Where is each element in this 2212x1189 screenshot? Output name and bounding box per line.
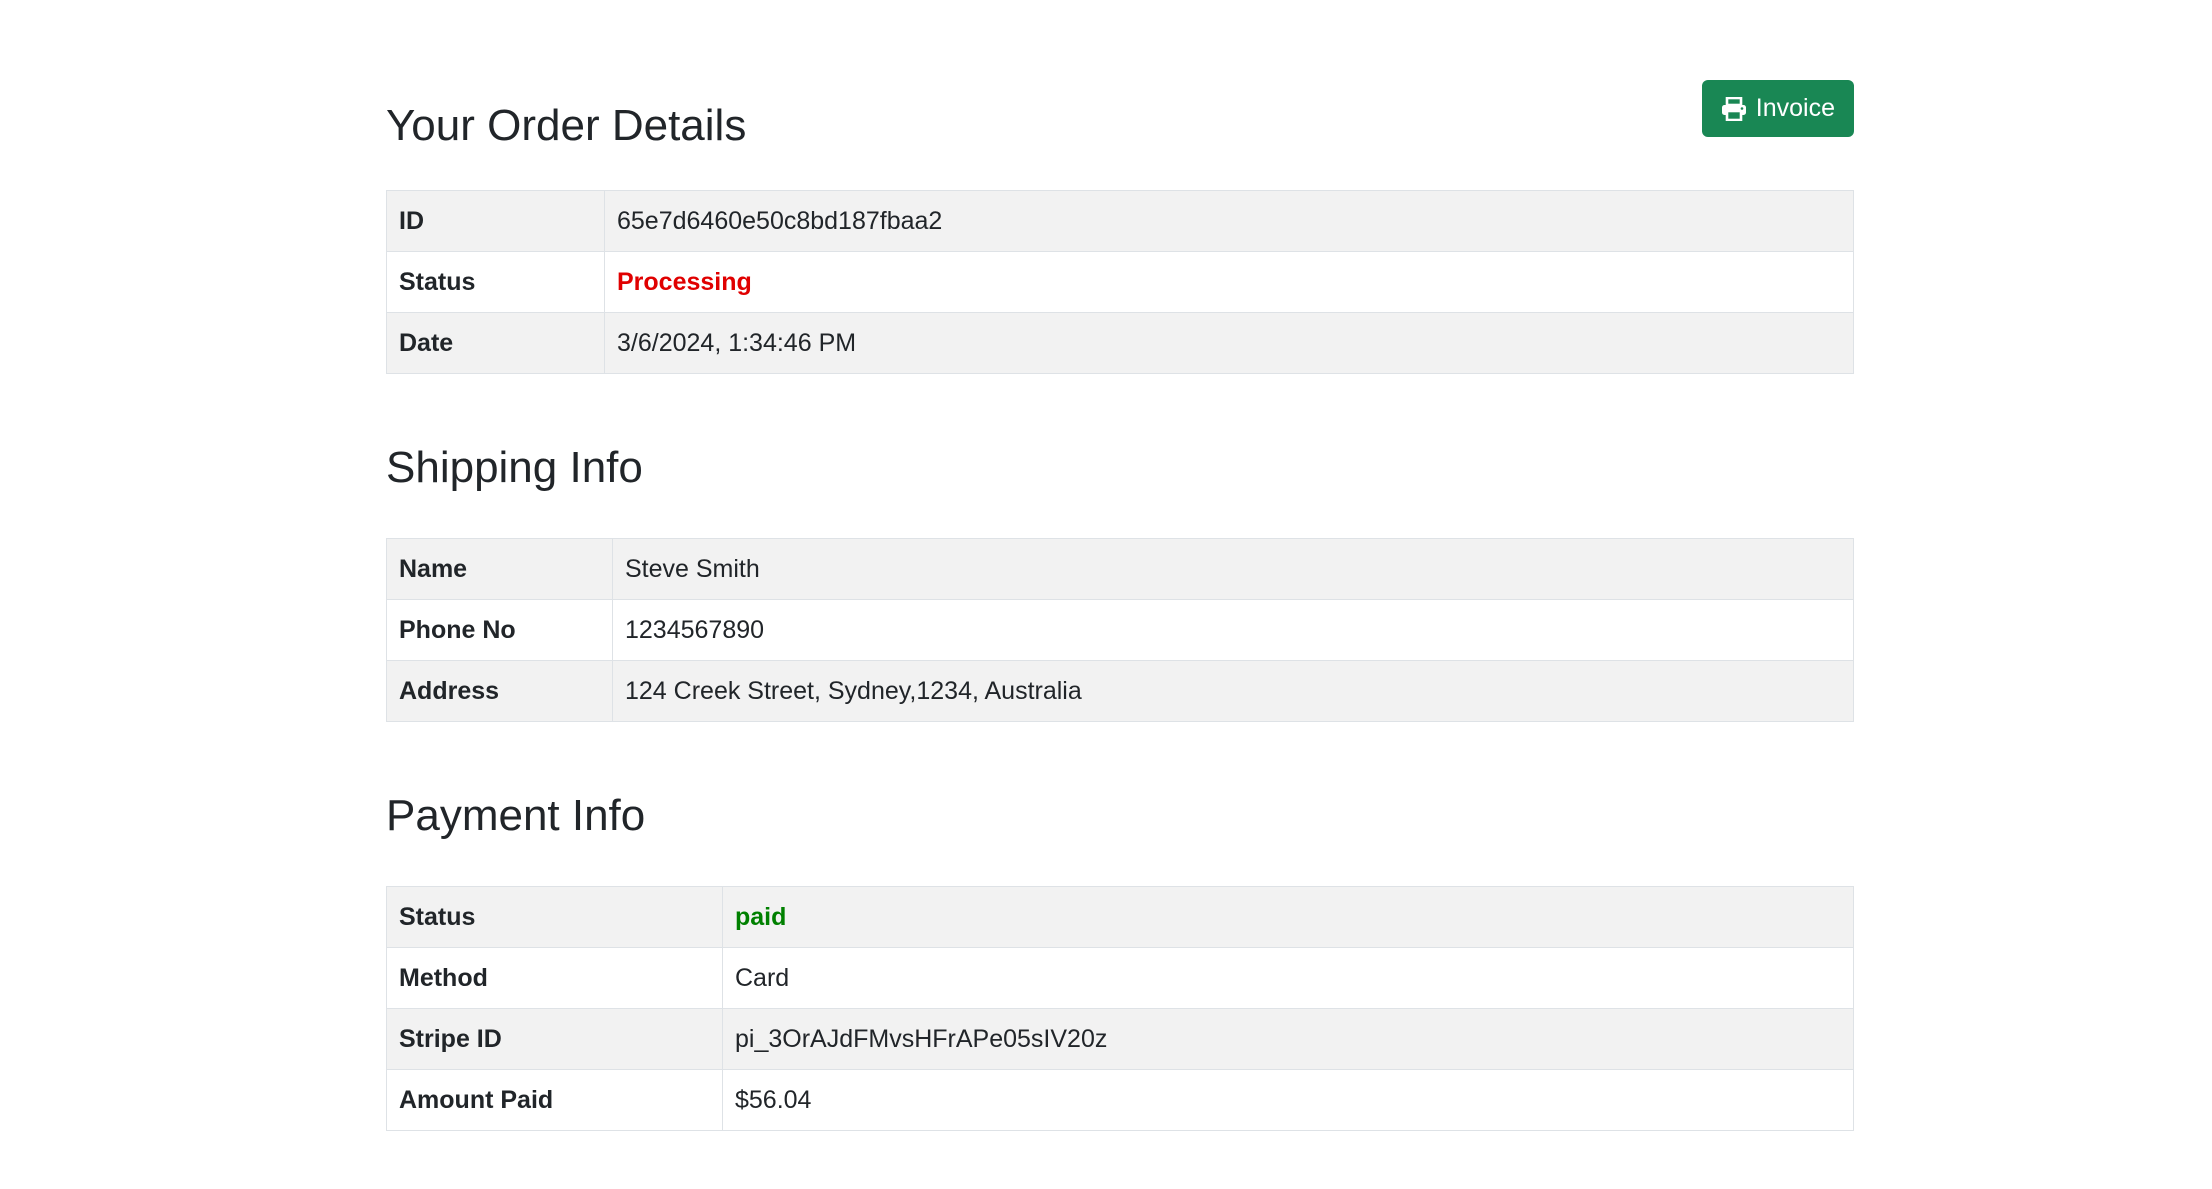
shipping-phone-label: Phone No: [386, 599, 613, 661]
order-details-container: Your Order Details Invoice ID 65e7d6460e…: [386, 0, 1854, 1131]
payment-method-label: Method: [386, 947, 723, 1009]
payment-stripe-id-label: Stripe ID: [386, 1008, 723, 1070]
payment-status-label: Status: [386, 886, 723, 948]
invoice-button[interactable]: Invoice: [1701, 80, 1854, 137]
invoice-button-label: Invoice: [1755, 94, 1835, 122]
shipping-table: Name Steve Smith Phone No 1234567890 Add…: [386, 538, 1854, 722]
shipping-name-label: Name: [386, 538, 613, 600]
order-details-table: ID 65e7d6460e50c8bd187fbaa2 Status Proce…: [386, 190, 1854, 374]
table-row: Method Card: [386, 947, 1854, 1009]
shipping-section: Shipping Info Name Steve Smith Phone No …: [386, 440, 1854, 722]
printer-icon: [1721, 96, 1747, 121]
payment-stripe-id-value: pi_3OrAJdFMvsHFrAPe05sIV20z: [722, 1008, 1854, 1070]
order-id-value: 65e7d6460e50c8bd187fbaa2: [604, 190, 1854, 252]
table-row: Name Steve Smith: [386, 538, 1854, 600]
shipping-address-value: 124 Creek Street, Sydney,1234, Australia: [612, 660, 1854, 722]
payment-section: Payment Info Status paid Method Card Str…: [386, 788, 1854, 1131]
shipping-title: Shipping Info: [386, 443, 643, 492]
table-row: Amount Paid $56.04: [386, 1069, 1854, 1131]
table-row: Stripe ID pi_3OrAJdFMvsHFrAPe05sIV20z: [386, 1008, 1854, 1070]
payment-status-value: paid: [722, 886, 1854, 948]
payment-amount-value: $56.04: [722, 1069, 1854, 1131]
table-row: Phone No 1234567890: [386, 599, 1854, 661]
shipping-phone-value: 1234567890: [612, 599, 1854, 661]
payment-table: Status paid Method Card Stripe ID pi_3Or…: [386, 886, 1854, 1131]
order-date-label: Date: [386, 312, 605, 374]
table-row: Status Processing: [386, 251, 1854, 313]
table-row: Date 3/6/2024, 1:34:46 PM: [386, 312, 1854, 374]
table-row: Status paid: [386, 886, 1854, 948]
shipping-address-label: Address: [386, 660, 613, 722]
shipping-name-value: Steve Smith: [612, 538, 1854, 600]
order-status-label: Status: [386, 251, 605, 313]
table-row: ID 65e7d6460e50c8bd187fbaa2: [386, 190, 1854, 252]
page-title: Your Order Details: [386, 101, 747, 150]
order-status-value: Processing: [604, 251, 1854, 313]
order-id-label: ID: [386, 190, 605, 252]
payment-method-value: Card: [722, 947, 1854, 1009]
payment-title: Payment Info: [386, 791, 646, 840]
order-header: Your Order Details Invoice: [386, 0, 1854, 190]
table-row: Address 124 Creek Street, Sydney,1234, A…: [386, 660, 1854, 722]
payment-amount-label: Amount Paid: [386, 1069, 723, 1131]
order-date-value: 3/6/2024, 1:34:46 PM: [604, 312, 1854, 374]
